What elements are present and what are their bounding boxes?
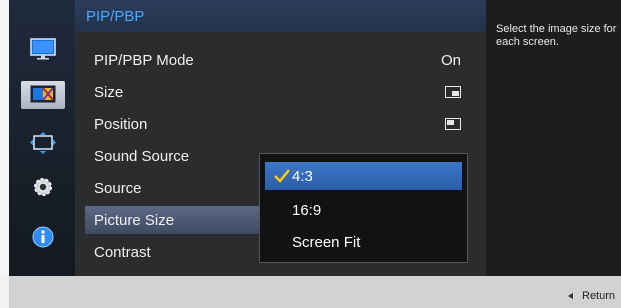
left-edge: [0, 0, 9, 276]
help-text: Select the image size for each screen.: [496, 23, 617, 48]
row-label: Sound Source: [94, 148, 190, 165]
return-button[interactable]: Return: [568, 289, 615, 303]
dropdown-option-screen-fit[interactable]: Screen Fit: [260, 228, 467, 256]
menu-row-pip-mode[interactable]: PIP/PBP Mode On: [75, 44, 486, 76]
row-label: Position: [94, 116, 148, 133]
checkmark-icon: [274, 169, 290, 183]
menu-row-size[interactable]: Size: [75, 76, 486, 108]
size-icon: [445, 86, 461, 98]
info-icon[interactable]: [21, 222, 65, 252]
category-sidebar: [9, 0, 75, 276]
help-panel: Select the image size for each screen.: [486, 0, 621, 276]
row-label: Picture Size: [94, 212, 175, 229]
row-value: On: [440, 52, 461, 69]
row-label: Contrast: [94, 244, 151, 261]
row-label: PIP/PBP Mode: [94, 52, 194, 69]
setup-icon[interactable]: [21, 172, 65, 202]
color-icon[interactable]: [21, 81, 65, 109]
left-arrow-icon: [568, 293, 573, 299]
menu-title: PIP/PBP: [86, 8, 145, 25]
bottom-bar: [0, 276, 621, 308]
option-label: 4:3: [292, 168, 313, 185]
picture-icon[interactable]: [21, 34, 65, 64]
row-label: Source: [94, 180, 142, 197]
dropdown-option-4-3[interactable]: 4:3: [265, 162, 462, 190]
return-label: Return: [582, 290, 616, 302]
bottom-left-edge: [0, 276, 9, 308]
menu-title-bar: PIP/PBP: [75, 0, 486, 32]
size-position-icon[interactable]: [21, 128, 65, 158]
position-icon: [445, 118, 461, 130]
option-label: Screen Fit: [292, 234, 361, 251]
row-label: Size: [94, 84, 124, 101]
menu-row-position[interactable]: Position: [75, 108, 486, 140]
option-label: 16:9: [292, 202, 322, 219]
picture-size-dropdown: 4:3 16:9 Screen Fit: [259, 153, 468, 263]
dropdown-option-16-9[interactable]: 16:9: [260, 196, 467, 224]
